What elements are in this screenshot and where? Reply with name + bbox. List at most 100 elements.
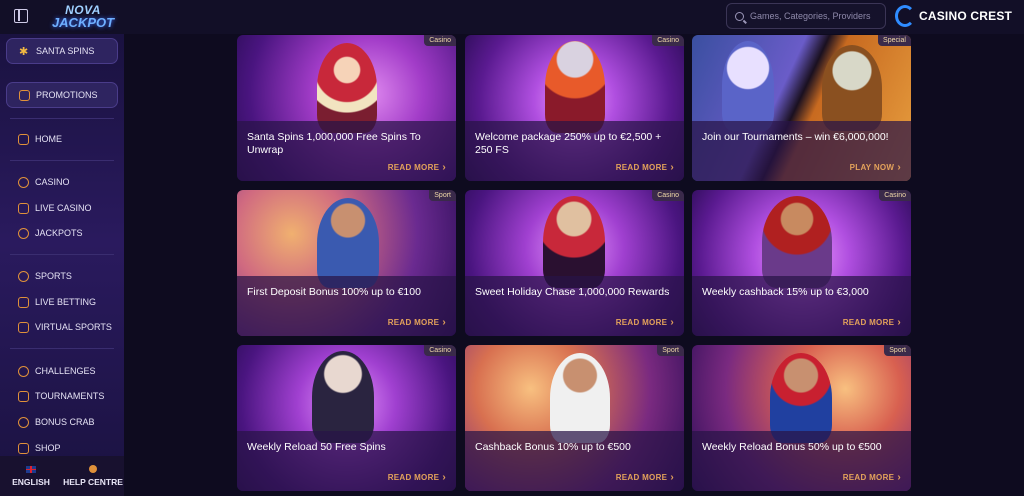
- sidebar-item-label: PROMOTIONS: [36, 90, 98, 100]
- virtual-sports-icon: [18, 321, 29, 333]
- vampire-character-image: [543, 196, 605, 288]
- tournaments-icon: [18, 390, 29, 402]
- promo-card-holiday-chase[interactable]: Casino Sweet Holiday Chase 1,000,000 Rew…: [465, 190, 684, 336]
- home-icon: [18, 133, 29, 145]
- magician-character-image: [545, 41, 605, 133]
- sidebar-item-label: JACKPOTS: [35, 228, 83, 238]
- logo-line-2: JACKPOT: [51, 14, 115, 30]
- sidebar-item-label: CHALLENGES: [35, 366, 96, 376]
- football-player-character-image: [770, 353, 832, 443]
- sidebar-divider: [10, 348, 114, 349]
- zeus-character-image: [722, 41, 774, 131]
- sidebar-item-casino[interactable]: CASINO: [6, 169, 118, 195]
- promo-title: Weekly Reload Bonus 50% up to €500: [702, 441, 882, 453]
- casino-chip-icon: [18, 176, 29, 188]
- top-bar: NOVA JACKPOT CASINO CREST: [0, 0, 1024, 34]
- category-badge: Casino: [652, 35, 684, 46]
- promo-title: First Deposit Bonus 100% up to €100: [247, 286, 421, 298]
- promo-title: Santa Spins 1,000,000 Free Spins To Unwr…: [247, 131, 421, 156]
- sidebar-item-label: BONUS CRAB: [35, 417, 95, 427]
- uk-flag-icon: [26, 465, 36, 473]
- brand-logo-icon: [895, 5, 915, 27]
- bonus-crab-icon: [18, 416, 29, 428]
- sidebar-item-jackpots[interactable]: JACKPOTS: [6, 220, 118, 246]
- search-icon: [735, 11, 744, 21]
- promo-title: Weekly cashback 15% up to €3,000: [702, 286, 869, 298]
- sidebar-item-label: HOME: [35, 134, 62, 144]
- sidebar-item-label: SANTA SPINS: [36, 46, 95, 56]
- read-more-link[interactable]: READ MORE: [388, 472, 446, 483]
- language-selector[interactable]: ENGLISH: [0, 456, 62, 496]
- sidebar-item-bonus-crab[interactable]: BONUS CRAB: [6, 409, 118, 435]
- promo-card-cashback-bonus[interactable]: Sport Cashback Bonus 10% up to €500 READ…: [465, 345, 684, 491]
- sidebar-item-live-betting[interactable]: LIVE BETTING: [6, 289, 118, 315]
- help-centre-button[interactable]: HELP CENTRE: [62, 456, 124, 496]
- live-casino-icon: [18, 202, 29, 214]
- read-more-link[interactable]: READ MORE: [616, 472, 674, 483]
- language-label: ENGLISH: [12, 476, 50, 487]
- read-more-link[interactable]: READ MORE: [388, 162, 446, 173]
- sidebar-footer: ENGLISH HELP CENTRE: [0, 456, 124, 496]
- search-input[interactable]: [750, 11, 880, 21]
- sidebar-item-label: VIRTUAL SPORTS: [35, 322, 112, 332]
- help-icon: [89, 465, 97, 473]
- promo-card-weekly-reload-bonus[interactable]: Sport Weekly Reload Bonus 50% up to €500…: [692, 345, 911, 491]
- sidebar: ✱ SANTA SPINS PROMOTIONS HOME CASINO LIV…: [0, 34, 124, 496]
- sidebar-item-label: CASINO: [35, 177, 70, 187]
- read-more-link[interactable]: READ MORE: [843, 472, 901, 483]
- category-badge: Sport: [657, 345, 684, 356]
- shop-icon: [18, 442, 29, 454]
- santa-character-image: [317, 43, 377, 133]
- footballer-character-image: [317, 198, 379, 288]
- sports-ball-icon: [18, 270, 29, 282]
- category-badge: Casino: [424, 35, 456, 46]
- sidebar-item-sports[interactable]: SPORTS: [6, 263, 118, 289]
- skull-character-image: [822, 45, 882, 131]
- read-more-link[interactable]: READ MORE: [616, 317, 674, 328]
- category-badge: Casino: [879, 190, 911, 201]
- promo-title: Weekly Reload 50 Free Spins: [247, 441, 386, 453]
- promo-title: Welcome package 250% up to €2,500 + 250 …: [475, 131, 662, 156]
- sidebar-item-live-casino[interactable]: LIVE CASINO: [6, 195, 118, 221]
- gift-icon: [19, 89, 30, 101]
- jackpot-icon: [18, 227, 29, 239]
- sidebar-item-virtual-sports[interactable]: VIRTUAL SPORTS: [6, 314, 118, 340]
- promo-card-weekly-reload-spins[interactable]: Casino Weekly Reload 50 Free Spins READ …: [237, 345, 456, 491]
- sidebar-item-label: LIVE CASINO: [35, 203, 92, 213]
- promo-card-weekly-cashback[interactable]: Casino Weekly cashback 15% up to €3,000 …: [692, 190, 911, 336]
- sidebar-item-label: SPORTS: [35, 271, 72, 281]
- site-logo[interactable]: NOVA JACKPOT: [46, 2, 120, 30]
- sidebar-item-label: LIVE BETTING: [35, 297, 97, 307]
- promo-card-tournaments[interactable]: Special Join our Tournaments – win €6,00…: [692, 35, 911, 181]
- promo-title: Sweet Holiday Chase 1,000,000 Rewards: [475, 286, 670, 298]
- sidebar-toggle-icon[interactable]: [14, 9, 28, 23]
- play-now-link[interactable]: PLAY NOW: [850, 162, 901, 173]
- promo-card-welcome-package[interactable]: Casino Welcome package 250% up to €2,500…: [465, 35, 684, 181]
- sidebar-item-santa-spins[interactable]: ✱ SANTA SPINS: [6, 38, 118, 64]
- sidebar-divider: [10, 254, 114, 255]
- read-more-link[interactable]: READ MORE: [616, 162, 674, 173]
- sidebar-item-label: TOURNAMENTS: [35, 391, 105, 401]
- sidebar-item-tournaments[interactable]: TOURNAMENTS: [6, 383, 118, 409]
- sidebar-divider: [10, 160, 114, 161]
- live-betting-icon: [18, 296, 29, 308]
- promo-card-santa-spins[interactable]: Casino Santa Spins 1,000,000 Free Spins …: [237, 35, 456, 181]
- partner-brand[interactable]: CASINO CREST: [895, 4, 1012, 28]
- category-badge: Casino: [424, 345, 456, 356]
- category-badge: Sport: [884, 345, 911, 356]
- category-badge: Sport: [429, 190, 456, 201]
- sidebar-item-challenges[interactable]: CHALLENGES: [6, 358, 118, 384]
- fortune-teller-character-image: [762, 196, 832, 288]
- sidebar-item-promotions[interactable]: PROMOTIONS: [6, 82, 118, 108]
- brand-name: CASINO CREST: [919, 9, 1013, 23]
- butler-character-image: [312, 351, 374, 443]
- read-more-link[interactable]: READ MORE: [843, 317, 901, 328]
- promo-card-first-deposit[interactable]: Sport First Deposit Bonus 100% up to €10…: [237, 190, 456, 336]
- tennis-player-character-image: [550, 353, 610, 443]
- read-more-link[interactable]: READ MORE: [388, 317, 446, 328]
- sidebar-item-home[interactable]: HOME: [6, 126, 118, 152]
- logo-line-1: NOVA: [65, 2, 101, 17]
- sidebar-divider: [10, 118, 114, 119]
- search-box[interactable]: [726, 3, 886, 29]
- challenges-icon: [18, 365, 29, 377]
